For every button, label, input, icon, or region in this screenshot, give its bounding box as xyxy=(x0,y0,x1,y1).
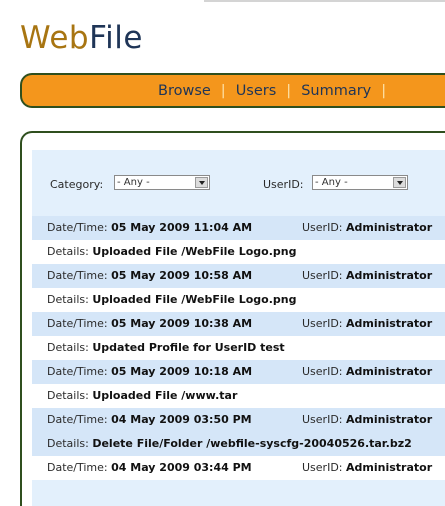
datetime-value: 05 May 2009 10:38 AM xyxy=(111,317,253,330)
userid-cell: UserID: Administrator xyxy=(302,216,432,240)
userid-value: Administrator xyxy=(346,317,433,330)
nav-users-link[interactable]: Users xyxy=(236,83,277,99)
userid-filter-label: UserID: xyxy=(263,178,304,191)
datetime-label: Date/Time: xyxy=(47,269,108,282)
nav-separator: | xyxy=(381,82,387,99)
userid-select[interactable]: - Any - xyxy=(312,175,408,190)
nav-items: Browse | Users | Summary | xyxy=(158,75,396,106)
details-value: Delete File/Folder /webfile-syscfg-20040… xyxy=(92,437,412,450)
userid-select-value: - Any - xyxy=(315,177,348,188)
activity-log-list: Date/Time: 05 May 2009 11:04 AM UserID: … xyxy=(32,216,445,480)
userid-value: Administrator xyxy=(346,269,433,282)
datetime-value: 04 May 2009 03:44 PM xyxy=(111,461,252,474)
chevron-down-icon xyxy=(195,177,208,188)
chevron-down-icon xyxy=(393,177,406,188)
webfile-page: WebFile Browse | Users | Summary | Categ… xyxy=(0,0,445,506)
userid-value: Administrator xyxy=(346,365,433,378)
log-entry-details-row: Details: Uploaded File /WebFile Logo.png xyxy=(32,240,445,264)
userid-cell: UserID: Administrator xyxy=(302,456,432,480)
log-entry-datetime-row: Date/Time: 04 May 2009 03:50 PM UserID: … xyxy=(32,408,445,432)
logo-web-text: Web xyxy=(20,20,90,56)
datetime-value: 05 May 2009 11:04 AM xyxy=(111,221,253,234)
main-nav-bar: Browse | Users | Summary | xyxy=(20,73,445,108)
userid-label: UserID: xyxy=(302,269,343,282)
nav-browse-link[interactable]: Browse xyxy=(158,83,211,99)
datetime-value: 05 May 2009 10:58 AM xyxy=(111,269,253,282)
userid-label: UserID: xyxy=(302,221,343,234)
details-value: Uploaded File /www.tar xyxy=(92,389,238,402)
log-entry-details-row: Details: Uploaded File /WebFile Logo.png xyxy=(32,288,445,312)
activity-log-area: Category: - Any - UserID: - Any - Date/T… xyxy=(32,150,445,506)
userid-label: UserID: xyxy=(302,365,343,378)
details-label: Details: xyxy=(47,245,89,258)
userid-value: Administrator xyxy=(346,221,433,234)
nav-separator: | xyxy=(286,82,292,99)
userid-value: Administrator xyxy=(346,413,433,426)
log-entry-details-row: Details: Delete File/Folder /webfile-sys… xyxy=(32,432,445,456)
userid-cell: UserID: Administrator xyxy=(302,360,432,384)
webfile-logo[interactable]: WebFile xyxy=(20,18,143,58)
filter-bar: Category: - Any - UserID: - Any - xyxy=(32,150,445,216)
details-value: Uploaded File /WebFile Logo.png xyxy=(92,293,297,306)
log-entry-details-row: Details: Updated Profile for UserID test xyxy=(32,336,445,360)
datetime-label: Date/Time: xyxy=(47,365,108,378)
top-divider xyxy=(204,0,445,2)
log-entry-datetime-row: Date/Time: 05 May 2009 10:38 AM UserID: … xyxy=(32,312,445,336)
category-select[interactable]: - Any - xyxy=(114,175,210,190)
nav-summary-link[interactable]: Summary xyxy=(301,83,371,99)
datetime-value: 05 May 2009 10:18 AM xyxy=(111,365,253,378)
userid-value: Administrator xyxy=(346,461,433,474)
nav-separator: | xyxy=(220,82,226,99)
datetime-label: Date/Time: xyxy=(47,317,108,330)
category-select-value: - Any - xyxy=(117,177,150,188)
userid-cell: UserID: Administrator xyxy=(302,312,432,336)
datetime-label: Date/Time: xyxy=(47,461,108,474)
userid-label: UserID: xyxy=(302,317,343,330)
details-label: Details: xyxy=(47,389,89,402)
log-entry-details-row: Details: Uploaded File /www.tar xyxy=(32,384,445,408)
datetime-value: 04 May 2009 03:50 PM xyxy=(111,413,252,426)
userid-label: UserID: xyxy=(302,413,343,426)
datetime-label: Date/Time: xyxy=(47,221,108,234)
details-value: Uploaded File /WebFile Logo.png xyxy=(92,245,297,258)
log-entry-datetime-row: Date/Time: 05 May 2009 10:18 AM UserID: … xyxy=(32,360,445,384)
details-label: Details: xyxy=(47,437,89,450)
datetime-label: Date/Time: xyxy=(47,413,108,426)
log-entry-datetime-row: Date/Time: 05 May 2009 10:58 AM UserID: … xyxy=(32,264,445,288)
details-label: Details: xyxy=(47,341,89,354)
userid-label: UserID: xyxy=(302,461,343,474)
userid-cell: UserID: Administrator xyxy=(302,408,432,432)
log-entry-datetime-row: Date/Time: 04 May 2009 03:44 PM UserID: … xyxy=(32,456,445,480)
details-value: Updated Profile for UserID test xyxy=(92,341,285,354)
category-filter-label: Category: xyxy=(50,178,104,191)
details-label: Details: xyxy=(47,293,89,306)
log-entry-datetime-row: Date/Time: 05 May 2009 11:04 AM UserID: … xyxy=(32,216,445,240)
logo-file-text: File xyxy=(89,20,143,56)
userid-cell: UserID: Administrator xyxy=(302,264,432,288)
